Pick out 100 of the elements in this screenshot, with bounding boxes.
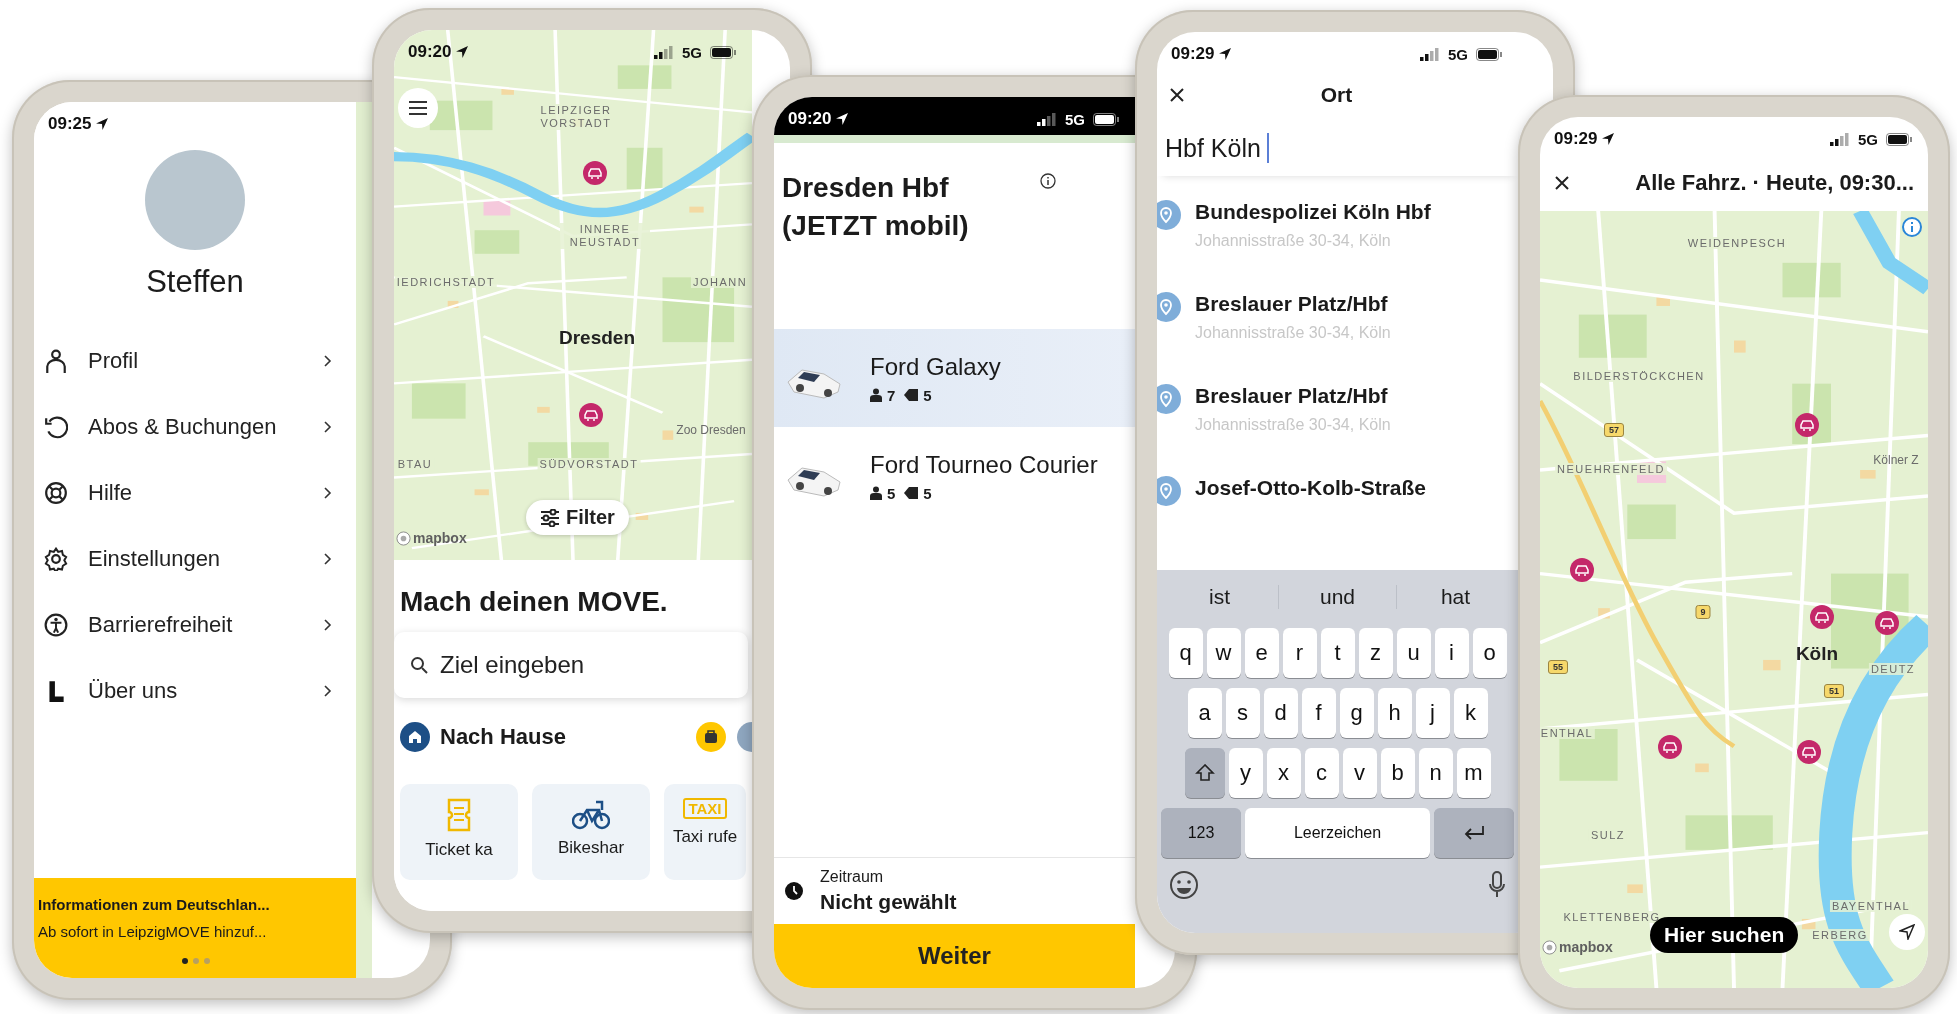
- page-dot[interactable]: [182, 958, 188, 964]
- city-label: Dresden: [559, 327, 635, 349]
- letter-key[interactable]: s: [1225, 688, 1260, 738]
- search-result[interactable]: Breslauer Platz/Hbf Johannisstraße 30-34, Köln: [1157, 370, 1518, 462]
- service-tile[interactable]: Ticket ka: [400, 784, 518, 880]
- road-number-sign: 9: [1695, 605, 1711, 619]
- letter-key[interactable]: b: [1380, 748, 1415, 798]
- location-arrow-icon: [835, 112, 850, 126]
- building-block: [1801, 918, 1816, 930]
- menu-item[interactable]: Profil: [34, 328, 356, 394]
- filter-summary[interactable]: Alle Fahrz. · Heute, 09:30...: [1570, 170, 1914, 196]
- letter-key[interactable]: z: [1358, 628, 1393, 678]
- navigation-arrow-icon: [1899, 924, 1915, 940]
- letter-key[interactable]: n: [1418, 748, 1453, 798]
- house-icon: [400, 722, 430, 752]
- result-name: Josef-Otto-Kolb-Straße: [1195, 476, 1426, 500]
- letter-key[interactable]: e: [1244, 628, 1279, 678]
- menu-item[interactable]: Barrierefreiheit: [34, 592, 356, 658]
- signal-icon: [654, 45, 674, 59]
- shift-key[interactable]: [1184, 748, 1225, 798]
- menu-item[interactable]: Einstellungen: [34, 526, 356, 592]
- letter-key[interactable]: u: [1396, 628, 1431, 678]
- letter-key[interactable]: y: [1228, 748, 1263, 798]
- menu-item[interactable]: Hilfe: [34, 460, 356, 526]
- search-result[interactable]: Bundespolizei Köln Hbf Johannisstraße 30-34, Köln: [1157, 186, 1518, 278]
- letter-key[interactable]: t: [1320, 628, 1355, 678]
- number-mode-key[interactable]: 123: [1161, 808, 1241, 858]
- car-pin-icon[interactable]: [1875, 611, 1899, 635]
- word-suggestion[interactable]: und: [1278, 585, 1396, 609]
- microphone-icon[interactable]: [1488, 870, 1506, 900]
- luggage-count: 5: [923, 386, 932, 404]
- menu-item[interactable]: Über uns: [34, 658, 356, 724]
- letter-key[interactable]: i: [1434, 628, 1469, 678]
- building-block: [501, 88, 514, 95]
- tile-label: Ticket ka: [425, 840, 493, 860]
- location-input-field[interactable]: Hbf Köln: [1157, 120, 1518, 176]
- letter-key[interactable]: m: [1456, 748, 1491, 798]
- car-pin-icon[interactable]: [1795, 413, 1819, 437]
- close-icon[interactable]: [1554, 175, 1570, 191]
- map-label: IEDRICHSTADT: [394, 276, 498, 288]
- letter-key[interactable]: o: [1472, 628, 1507, 678]
- letter-key[interactable]: h: [1377, 688, 1412, 738]
- building-block: [689, 206, 704, 213]
- status-time: 09:29: [1171, 44, 1215, 64]
- vehicle-row[interactable]: Ford Galaxy 7 5: [774, 329, 1135, 427]
- info-icon[interactable]: [1040, 173, 1056, 189]
- luggage-icon: [904, 389, 919, 401]
- gear-icon: [44, 547, 68, 571]
- close-icon[interactable]: [1169, 87, 1185, 103]
- car-pin-icon[interactable]: [1797, 740, 1821, 764]
- car-pin-icon[interactable]: [1570, 558, 1594, 582]
- banner-title: Informationen zum Deutschlan...: [38, 896, 271, 913]
- letter-key[interactable]: c: [1304, 748, 1339, 798]
- search-result[interactable]: Josef-Otto-Kolb-Straße: [1157, 462, 1518, 554]
- letter-key[interactable]: d: [1263, 688, 1298, 738]
- vehicle-row[interactable]: Ford Tourneo Courier 5 5: [774, 427, 1135, 525]
- car-pin-icon[interactable]: [1810, 605, 1834, 629]
- continue-button[interactable]: Weiter: [774, 924, 1135, 988]
- letter-key[interactable]: r: [1282, 628, 1317, 678]
- sliders-icon: [540, 508, 560, 527]
- menu-item[interactable]: Abos & Buchungen: [34, 394, 356, 460]
- shortcut-link[interactable]: Nach Hause: [440, 724, 566, 750]
- destination-search-field[interactable]: Ziel eingeben: [394, 632, 748, 698]
- signal-icon: [1830, 132, 1850, 146]
- accessibility-icon: [44, 613, 68, 637]
- service-tile[interactable]: TAXI Taxi rufe: [664, 784, 746, 880]
- letter-key[interactable]: v: [1342, 748, 1377, 798]
- luggage-count: 5: [923, 484, 932, 502]
- letter-key[interactable]: q: [1168, 628, 1203, 678]
- car-pin-icon[interactable]: [583, 161, 607, 185]
- network-label: 5G: [1858, 130, 1878, 148]
- location-arrow-icon: [95, 117, 110, 131]
- word-suggestion[interactable]: ist: [1161, 585, 1278, 609]
- building-block: [1695, 763, 1709, 773]
- search-result[interactable]: Breslauer Platz/Hbf Johannisstraße 30-34, Köln: [1157, 278, 1518, 370]
- building-block: [1734, 340, 1746, 353]
- letter-key[interactable]: f: [1301, 688, 1336, 738]
- service-tile[interactable]: Bikeshar: [532, 784, 650, 880]
- letter-key[interactable]: g: [1339, 688, 1374, 738]
- space-key[interactable]: Leerzeichen: [1245, 808, 1430, 858]
- page-dot[interactable]: [204, 958, 210, 964]
- letter-key[interactable]: j: [1415, 688, 1450, 738]
- battery-icon: [1093, 112, 1119, 126]
- letter-key[interactable]: x: [1266, 748, 1301, 798]
- car-pin-icon[interactable]: [579, 403, 603, 427]
- menu-icon: [408, 100, 428, 116]
- letter-key[interactable]: k: [1453, 688, 1488, 738]
- emoji-icon[interactable]: [1169, 870, 1199, 900]
- filter-button[interactable]: Filter: [526, 500, 629, 535]
- result-address: Johannisstraße 30-34, Köln: [1195, 416, 1391, 434]
- letter-key[interactable]: a: [1187, 688, 1222, 738]
- suitcase-icon[interactable]: [696, 722, 726, 752]
- info-banner[interactable]: Informationen zum Deutschlan... Ab sofort in LeipzigMOVE hinzuf...: [34, 878, 356, 978]
- word-suggestion[interactable]: hat: [1396, 585, 1514, 609]
- status-time: 09:20: [788, 109, 832, 129]
- page-dot[interactable]: [193, 958, 199, 964]
- letter-key[interactable]: w: [1206, 628, 1241, 678]
- headline: Mach deinen MOVE.: [400, 586, 669, 618]
- vehicle-name: Ford Galaxy: [870, 352, 1001, 381]
- car-pin-icon[interactable]: [1658, 735, 1682, 759]
